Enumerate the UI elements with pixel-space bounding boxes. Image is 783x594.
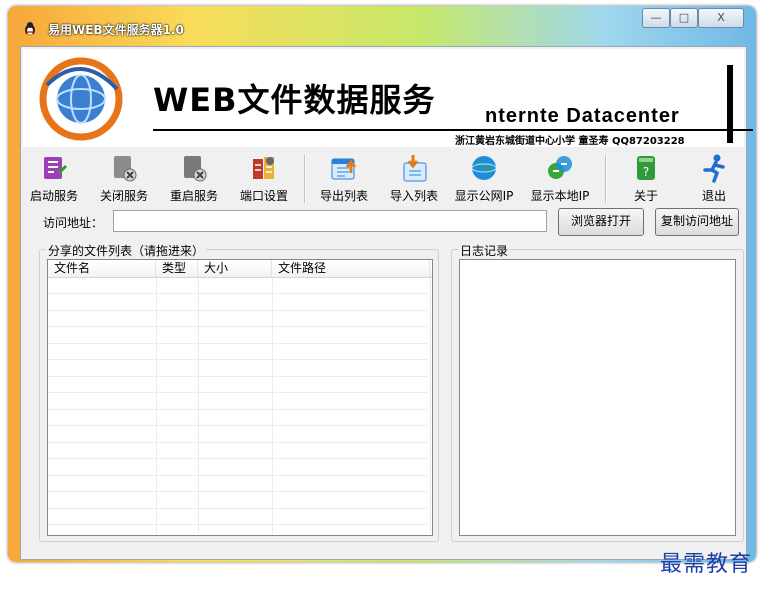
restart-service-button[interactable]: 重启服务 [161,151,227,207]
banner: WEB文件数据服务 nternte Datacenter 浙江黄岩东城街道中心小… [23,49,753,147]
restart-service-label: 重启服务 [169,189,218,203]
grid-line [48,474,428,476]
exit-label: 退出 [701,189,726,203]
local-ip-button[interactable]: 显示本地IP [527,151,593,207]
maximize-button[interactable]: □ [670,8,698,28]
port-settings-label: 端口设置 [239,189,288,203]
shared-files-title: 分享的文件列表（请拖进来） [46,242,207,259]
grid-line [48,342,428,344]
banner-credit: 浙江黄岩东城街道中心小学 童圣寿 QQ87203228 [455,136,685,147]
minimize-button[interactable]: — [642,8,670,28]
exit-runner-icon [703,154,725,183]
toolbar-separator [605,155,607,203]
stop-service-button[interactable]: 关闭服务 [91,151,157,207]
local-ip-label: 显示本地IP [530,189,590,203]
public-ip-globe-icon [471,156,497,180]
import-list-icon [403,155,427,182]
shared-files-list[interactable]: 文件名 类型 大小 文件路径 [47,259,433,536]
about-button[interactable]: ? 关于 [613,151,679,207]
column-header-path[interactable]: 文件路径 [272,260,430,277]
grid-line [48,491,428,492]
export-list-label: 导出列表 [319,189,368,203]
stop-service-icon [114,156,137,182]
toolbar: 启动服务 关闭服务 重启服务 端口设置 导出列表 导入列表 显示公网IP 显示本… [21,151,746,207]
column-header-filename[interactable]: 文件名 [48,260,156,277]
grid-line [48,441,428,443]
column-header-type[interactable]: 类型 [156,260,198,277]
penguin-app-icon [25,22,35,36]
start-service-label: 启动服务 [29,189,78,203]
grid-line [48,458,428,459]
banner-subtitle: nternte Datacenter [485,105,680,127]
import-list-button[interactable]: 导入列表 [381,151,447,207]
window-title: 易用WEB文件服务器1.0 [48,23,184,37]
copy-address-button[interactable]: 复制访问地址 [655,208,739,236]
restart-service-icon [184,156,207,182]
about-help-icon: ? [637,156,655,180]
client-area: WEB文件数据服务 nternte Datacenter 浙江黄岩东城街道中心小… [20,46,753,560]
banner-title: WEB文件数据服务 [153,81,436,119]
grid-line [48,524,428,525]
grid-line [48,375,428,377]
stop-service-label: 关闭服务 [99,189,148,203]
app-window: 易用WEB文件服务器1.0 — □ X WEB文件数据服务 nternte Da… [8,6,756,562]
close-button[interactable]: X [698,8,744,28]
start-service-icon [44,157,68,179]
column-header-size[interactable]: 大小 [198,260,272,277]
port-settings-button[interactable]: 端口设置 [231,151,297,207]
grid-line [48,359,428,360]
grid-line [48,309,428,311]
public-ip-label: 显示公网IP [454,189,514,203]
local-ip-icon [548,156,572,179]
port-settings-icon [253,157,274,179]
log-textarea[interactable] [459,259,736,536]
address-label: 访问地址： [43,216,104,230]
grid-line [48,507,428,509]
open-browser-button[interactable]: 浏览器打开 [558,208,644,236]
title-bar[interactable]: 易用WEB文件服务器1.0 — □ X [8,6,756,44]
log-title: 日志记录 [458,242,511,259]
globe-logo-icon [39,57,123,141]
toolbar-separator [304,155,306,203]
watermark-text: 最需教育 [660,552,753,577]
import-list-label: 导入列表 [389,189,438,203]
export-list-icon [331,158,357,180]
list-grid [48,278,432,534]
export-list-button[interactable]: 导出列表 [311,151,377,207]
grid-line [48,293,428,294]
grid-line [48,392,428,393]
about-label: 关于 [633,189,658,203]
start-service-button[interactable]: 启动服务 [21,151,87,207]
svg-text:?: ? [643,165,649,179]
grid-line [48,408,428,410]
list-header: 文件名 类型 大小 文件路径 [48,260,432,278]
banner-bar [727,65,733,143]
banner-divider [153,129,753,131]
public-ip-button[interactable]: 显示公网IP [451,151,517,207]
exit-button[interactable]: 退出 [681,151,747,207]
grid-line [48,326,428,327]
grid-line [48,425,428,426]
address-input[interactable] [113,210,547,232]
